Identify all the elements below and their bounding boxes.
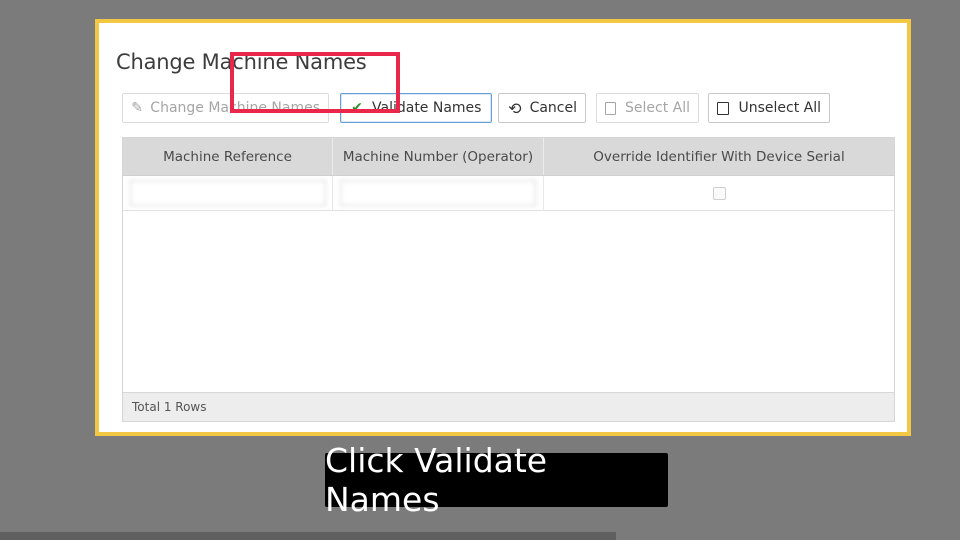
machine-grid: Machine Reference Machine Number (Operat… bbox=[122, 137, 895, 422]
instruction-caption: Click Validate Names bbox=[325, 441, 668, 519]
column-header-machine-reference[interactable]: Machine Reference bbox=[123, 138, 333, 175]
validate-names-label: Validate Names bbox=[372, 100, 482, 116]
dialog-title: Change Machine Names bbox=[116, 50, 367, 74]
column-header-override-identifier[interactable]: Override Identifier With Device Serial bbox=[544, 138, 894, 175]
change-machine-names-dialog: Change Machine Names ✎ Change Machine Na… bbox=[95, 19, 911, 436]
grid-footer: Total 1 Rows bbox=[123, 392, 894, 421]
checkbox-checked-icon bbox=[605, 101, 616, 115]
grid-header: Machine Reference Machine Number (Operat… bbox=[123, 138, 894, 176]
cancel-label: Cancel bbox=[529, 100, 577, 116]
override-identifier-checkbox[interactable] bbox=[712, 186, 726, 200]
machine-reference-input[interactable] bbox=[129, 180, 326, 206]
cancel-button[interactable]: ⟲ Cancel bbox=[498, 93, 586, 123]
unselect-all-label: Unselect All bbox=[738, 100, 821, 116]
table-row bbox=[123, 176, 894, 211]
unselect-all-button[interactable]: Unselect All bbox=[708, 93, 830, 123]
select-all-button[interactable]: Select All bbox=[596, 93, 699, 123]
machine-reference-cell bbox=[123, 176, 333, 210]
checkbox-empty-icon bbox=[717, 101, 730, 115]
undo-icon: ⟲ bbox=[508, 98, 522, 118]
bottom-strip bbox=[0, 532, 616, 540]
override-identifier-cell bbox=[544, 176, 894, 210]
machine-number-cell bbox=[333, 176, 544, 210]
change-machine-names-label: Change Machine Names bbox=[150, 100, 320, 116]
select-all-label: Select All bbox=[625, 100, 690, 116]
machine-number-input[interactable] bbox=[340, 180, 536, 206]
validate-names-button[interactable]: ✔ Validate Names bbox=[340, 93, 492, 123]
checkmark-icon: ✔ bbox=[351, 100, 363, 116]
pencil-icon: ✎ bbox=[131, 100, 144, 116]
column-header-machine-number[interactable]: Machine Number (Operator) bbox=[333, 138, 544, 175]
change-machine-names-button[interactable]: ✎ Change Machine Names bbox=[122, 93, 329, 123]
